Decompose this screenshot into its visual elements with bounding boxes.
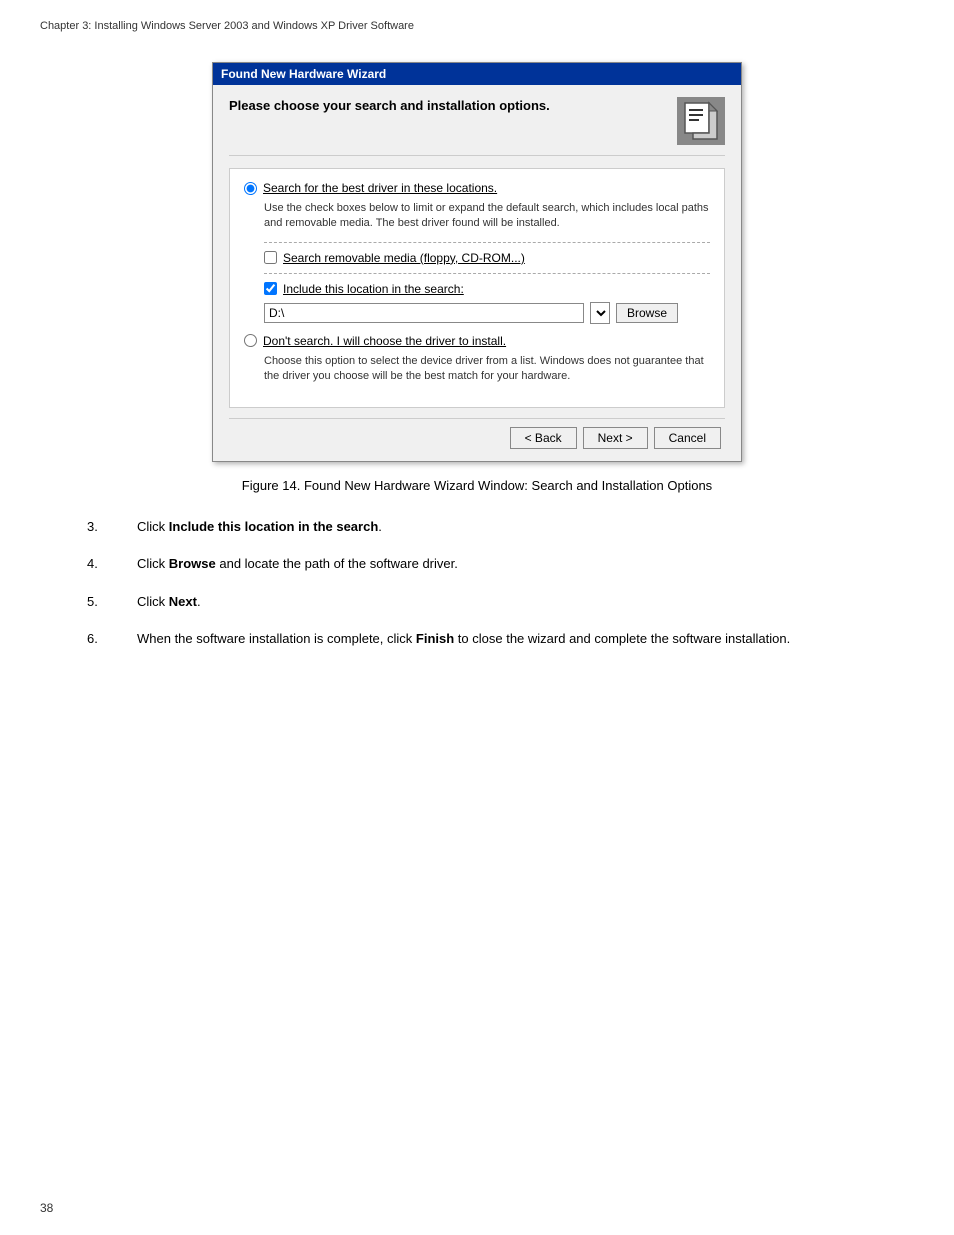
option1-label: Search for the best driver in these loca… xyxy=(263,181,497,195)
divider1 xyxy=(264,242,710,243)
step-4: 4. Click Browse and locate the path of t… xyxy=(87,554,867,574)
option2-description: Choose this option to select the device … xyxy=(264,354,710,385)
options-section: Search for the best driver in these loca… xyxy=(229,168,725,408)
step5-number: 5. xyxy=(87,592,137,612)
next-button[interactable]: Next > xyxy=(583,427,648,449)
path-dropdown[interactable] xyxy=(590,302,610,324)
divider2 xyxy=(264,273,710,274)
option1-radio[interactable]: Search for the best driver in these loca… xyxy=(244,181,710,195)
wizard-titlebar: Found New Hardware Wizard xyxy=(213,63,741,85)
step4-number: 4. xyxy=(87,554,137,574)
checkbox2-row[interactable]: Include this location in the search: xyxy=(264,282,710,296)
checkbox1-row[interactable]: Search removable media (floppy, CD-ROM..… xyxy=(264,251,710,265)
search-removable-checkbox[interactable] xyxy=(264,251,277,264)
figure-caption: Figure 14. Found New Hardware Wizard Win… xyxy=(242,478,712,493)
step6-text: When the software installation is comple… xyxy=(137,629,790,649)
page-number: 38 xyxy=(40,1201,53,1215)
include-location-checkbox[interactable] xyxy=(264,282,277,295)
option1-description: Use the check boxes below to limit or ex… xyxy=(264,201,710,232)
step-5: 5. Click Next. xyxy=(87,592,867,612)
browse-button[interactable]: Browse xyxy=(616,303,678,323)
option2-radio-input[interactable] xyxy=(244,334,257,347)
option2-radio[interactable]: Don't search. I will choose the driver t… xyxy=(244,334,710,348)
path-row: Browse xyxy=(264,302,710,324)
step3-text: Click Include this location in the searc… xyxy=(137,517,382,537)
cancel-button[interactable]: Cancel xyxy=(654,427,721,449)
path-input[interactable] xyxy=(264,303,584,323)
step3-number: 3. xyxy=(87,517,137,537)
option1-radio-input[interactable] xyxy=(244,182,257,195)
option2-label: Don't search. I will choose the driver t… xyxy=(263,334,506,348)
step6-number: 6. xyxy=(87,629,137,649)
steps-container: 3. Click Include this location in the se… xyxy=(87,517,867,667)
chapter-header: Chapter 3: Installing Windows Server 200… xyxy=(40,20,914,32)
wizard-footer: < Back Next > Cancel xyxy=(229,418,725,453)
step-3: 3. Click Include this location in the se… xyxy=(87,517,867,537)
wizard-icon xyxy=(677,97,725,145)
checkbox1-label: Search removable media (floppy, CD-ROM..… xyxy=(283,251,525,265)
back-button[interactable]: < Back xyxy=(510,427,577,449)
checkbox2-label: Include this location in the search: xyxy=(283,282,464,296)
wizard-window: Found New Hardware Wizard Please choose … xyxy=(212,62,742,462)
step4-text: Click Browse and locate the path of the … xyxy=(137,554,458,574)
wizard-header-text: Please choose your search and installati… xyxy=(229,97,550,115)
step5-text: Click Next. xyxy=(137,592,201,612)
step-6: 6. When the software installation is com… xyxy=(87,629,867,649)
